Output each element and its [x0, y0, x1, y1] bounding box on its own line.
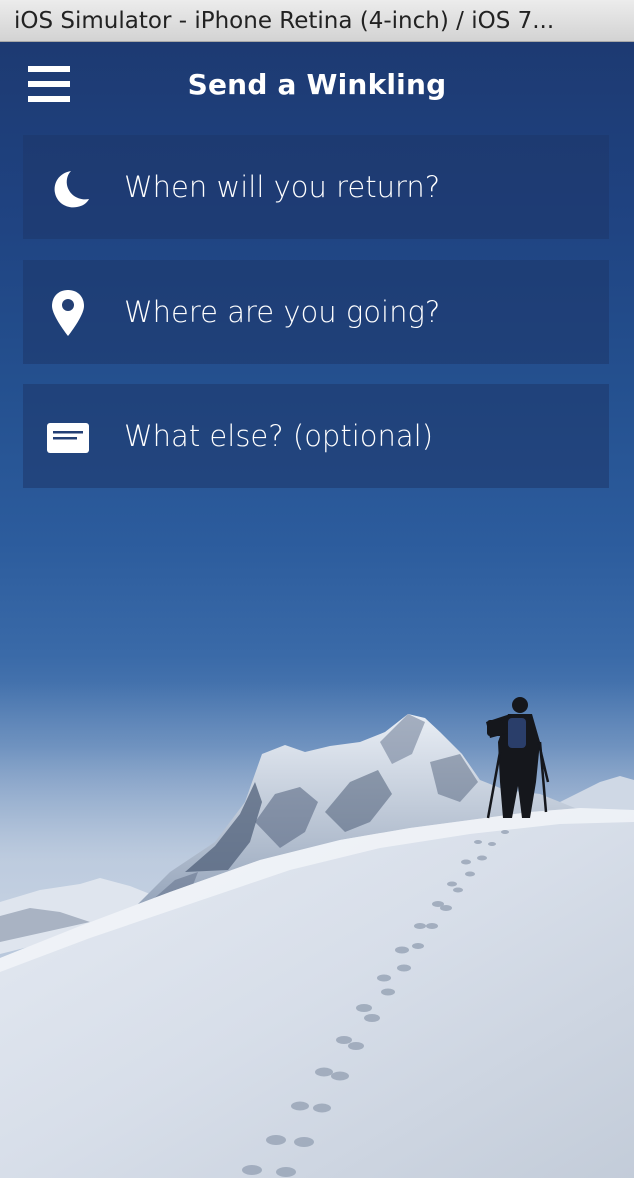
notes-label: What else? (optional) — [124, 419, 434, 453]
destination-label: Where are you going? — [124, 295, 441, 329]
nav-title: Send a Winkling — [187, 68, 447, 101]
moon-icon — [54, 171, 89, 208]
window-title: iOS Simulator - iPhone Retina (4-inch) /… — [0, 0, 634, 42]
destination-field[interactable]: Where are you going? — [23, 260, 609, 364]
app-screen: Send a Winkling When will you return? Wh… — [0, 42, 634, 1178]
simulator-window: iOS Simulator - iPhone Retina (4-inch) /… — [0, 0, 634, 1178]
map-pin-icon — [52, 290, 84, 336]
return-time-label: When will you return? — [124, 170, 441, 204]
nav-bar: Send a Winkling — [0, 42, 634, 134]
return-time-field[interactable]: When will you return? — [23, 135, 609, 239]
note-icon — [47, 423, 89, 453]
notes-field[interactable]: What else? (optional) — [23, 384, 609, 488]
